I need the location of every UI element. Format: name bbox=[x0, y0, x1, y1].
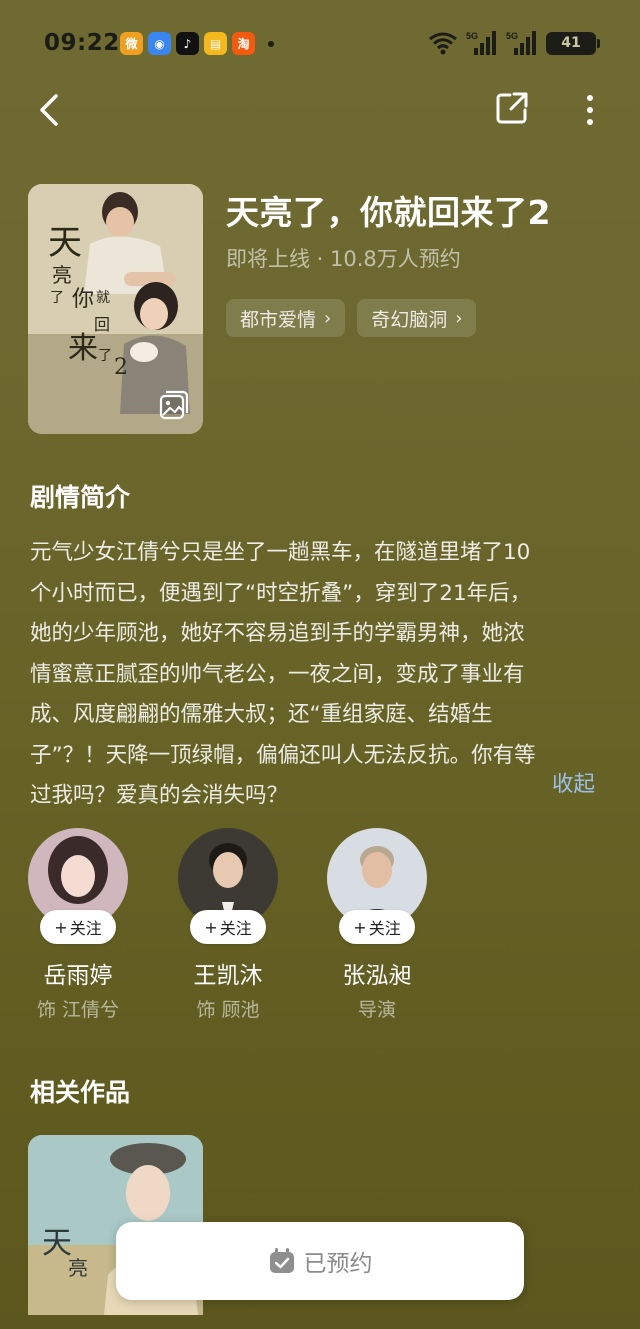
cast-name: 王凯沐 bbox=[193, 963, 263, 989]
weibo-icon: 微 bbox=[120, 32, 143, 55]
tag-urban-romance[interactable]: 都市爱情 › bbox=[226, 299, 346, 337]
calendar-check-icon bbox=[269, 1248, 294, 1273]
svg-text:天: 天 bbox=[48, 223, 82, 263]
more-notifications-dot bbox=[268, 40, 274, 47]
svg-text:5G: 5G bbox=[466, 31, 478, 41]
browser-icon: ◉ bbox=[148, 32, 171, 55]
tag-fantasy[interactable]: 奇幻脑洞 › bbox=[357, 299, 477, 337]
drama-status: 即将上线 · 10.8万人预约 bbox=[226, 247, 461, 271]
status-bar: 09:22 微 ◉ ♪ ▤ 淘 5G 5G 41 bbox=[0, 0, 640, 86]
back-arrow-icon[interactable] bbox=[32, 90, 72, 130]
chevron-right-icon: › bbox=[455, 307, 463, 329]
plus-icon: + bbox=[204, 917, 218, 937]
svg-text:你: 你 bbox=[72, 287, 94, 312]
follow-button[interactable]: + 关注 bbox=[40, 910, 116, 944]
svg-text:了: 了 bbox=[98, 348, 112, 364]
follow-label: 关注 bbox=[368, 919, 401, 938]
synopsis-line: 她的少年顾池，她好不容易追到手的学霸男神，她浓 bbox=[30, 621, 525, 646]
related-heading: 相关作品 bbox=[30, 1078, 131, 1107]
taobao-icon: 淘 bbox=[232, 32, 255, 55]
cast-role: 导演 bbox=[357, 999, 396, 1021]
cast-name: 岳雨婷 bbox=[43, 963, 113, 989]
signal-icon-sim2: 5G bbox=[506, 31, 536, 55]
cast-member-yue-yuting[interactable]: + 关注 岳雨婷 饰 江倩兮 bbox=[28, 828, 128, 1022]
follow-button[interactable]: + 关注 bbox=[339, 910, 415, 944]
synopsis-line: 元气少女江倩兮只是坐了一趟黑车，在隧道里堵了10 bbox=[30, 540, 531, 565]
gallery-icon[interactable] bbox=[159, 390, 189, 420]
system-icons: 5G 5G 41 bbox=[428, 30, 600, 56]
follow-label: 关注 bbox=[69, 919, 102, 938]
drama-poster[interactable]: 天 亮 了 你 就 回 来 了 2 bbox=[28, 184, 203, 434]
cast-member-zhang-hongchang[interactable]: + 关注 张泓昶 导演 bbox=[327, 828, 427, 1022]
collapse-link[interactable]: 收起 bbox=[552, 767, 595, 798]
synopsis-line: 个小时而已，便遇到了“时空折叠”，穿到了21年后， bbox=[30, 580, 532, 606]
share-icon[interactable] bbox=[494, 90, 530, 126]
battery-indicator: 41 bbox=[546, 31, 600, 55]
synopsis-heading: 剧情简介 bbox=[30, 483, 131, 512]
synopsis-text: 元气少女江倩兮只是坐了一趟黑车，在隧道里堵了10 个小时而已，便遇到了“时空折叠… bbox=[30, 533, 612, 817]
synopsis-line: 子”？！天降一顶绿帽，偏偏还叫人无法反抗。你有等 bbox=[30, 742, 536, 768]
plus-icon: + bbox=[353, 917, 367, 937]
svg-text:亮: 亮 bbox=[52, 263, 72, 287]
svg-text:2: 2 bbox=[114, 355, 128, 380]
reserved-button[interactable]: 已预约 bbox=[116, 1222, 524, 1300]
synopsis-line: 情蜜意正腻歪的帅气老公，一夜之间，变成了事业有 bbox=[30, 661, 525, 687]
cast-role: 饰 顾池 bbox=[196, 999, 260, 1021]
tiktok-icon: ♪ bbox=[176, 32, 199, 55]
svg-text:就: 就 bbox=[96, 290, 110, 306]
notification-icons: 微 ◉ ♪ ▤ 淘 bbox=[120, 32, 274, 55]
cast-name: 张泓昶 bbox=[342, 963, 412, 989]
svg-text:了: 了 bbox=[50, 290, 64, 306]
svg-text:5G: 5G bbox=[506, 31, 518, 41]
follow-button[interactable]: + 关注 bbox=[190, 910, 266, 944]
reserved-label: 已预约 bbox=[303, 1251, 373, 1277]
svg-text:来: 来 bbox=[68, 331, 98, 366]
drama-title: 天亮了，你就回来了2 bbox=[226, 193, 551, 232]
more-options-icon[interactable] bbox=[576, 90, 604, 130]
svg-text:亮: 亮 bbox=[68, 1256, 88, 1280]
cast-member-wang-kaimu[interactable]: + 关注 王凯沐 饰 顾池 bbox=[178, 828, 278, 1022]
status-time: 09:22 bbox=[44, 30, 120, 56]
signal-icon-sim1: 5G bbox=[466, 31, 496, 55]
tag-label: 都市爱情 bbox=[240, 308, 317, 331]
battery-level: 41 bbox=[561, 35, 581, 51]
tag-label: 奇幻脑洞 bbox=[371, 308, 448, 331]
cast-role: 饰 江倩兮 bbox=[36, 999, 120, 1021]
notes-icon: ▤ bbox=[204, 32, 227, 55]
wifi-icon bbox=[429, 32, 457, 55]
follow-label: 关注 bbox=[219, 919, 252, 938]
chevron-right-icon: › bbox=[324, 307, 332, 329]
plus-icon: + bbox=[54, 917, 68, 937]
synopsis-line: 成、风度翩翩的儒雅大叔；还“重组家庭、结婚生 bbox=[30, 702, 493, 727]
genre-tags: 都市爱情 › 奇幻脑洞 › bbox=[226, 299, 477, 337]
synopsis-line: 过我吗？爱真的会消失吗？ bbox=[30, 783, 289, 808]
